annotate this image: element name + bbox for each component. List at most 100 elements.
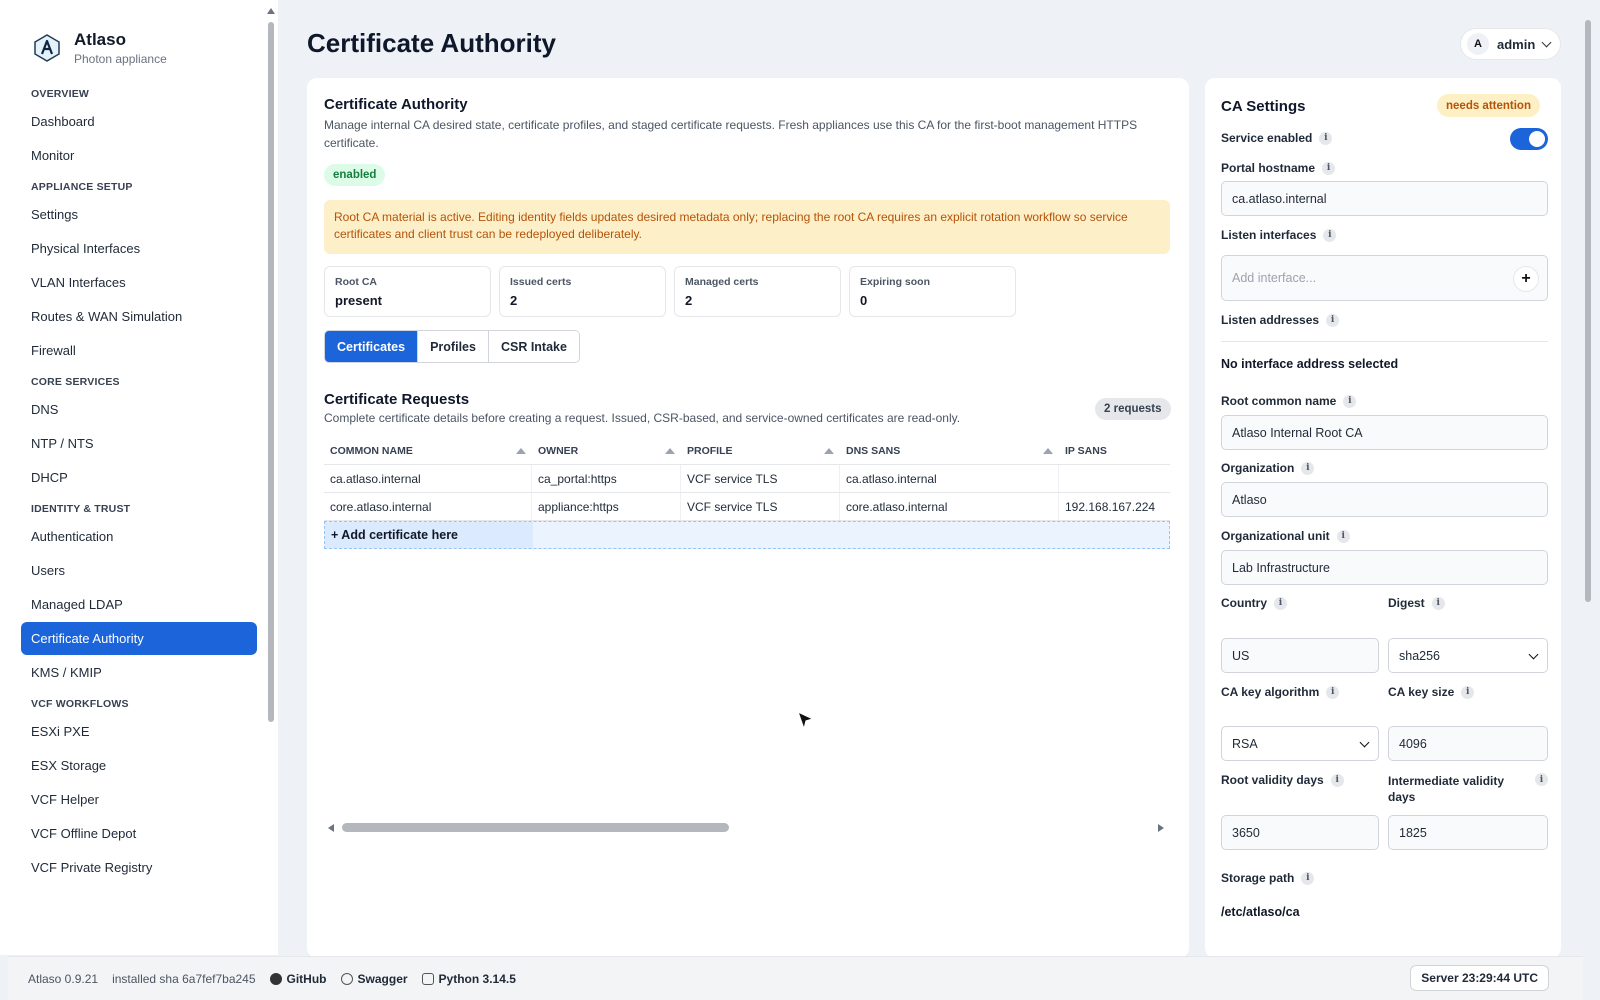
sort-icon[interactable] <box>516 447 526 454</box>
table-row[interactable]: ca.atlaso.internal ca_portal:https VCF s… <box>324 465 1170 493</box>
info-icon[interactable]: i <box>1330 773 1344 787</box>
cell-common-name[interactable]: ca.atlaso.internal <box>324 465 532 492</box>
digest-select[interactable]: sha256 <box>1388 638 1548 673</box>
label-text: CA key algorithm <box>1221 685 1320 699</box>
user-menu[interactable]: A admin <box>1460 28 1562 60</box>
sidebar-item-vlan-interfaces[interactable]: VLAN Interfaces <box>21 266 257 299</box>
cell-ip-sans[interactable]: 192.168.167.224 <box>1059 493 1170 520</box>
cell-dns-sans[interactable]: core.atlaso.internal <box>840 493 1059 520</box>
scroll-up-arrow-icon[interactable] <box>267 8 275 14</box>
sort-icon[interactable] <box>1043 447 1053 454</box>
organization-label: Organization i <box>1221 461 1315 475</box>
listen-interfaces-input[interactable]: Add interface... + <box>1221 255 1548 301</box>
sidebar-item-vcf-helper[interactable]: VCF Helper <box>21 783 257 816</box>
add-certificate-button[interactable]: + Add certificate here <box>325 522 533 548</box>
root-validity-days-input[interactable]: 3650 <box>1221 815 1379 850</box>
sidebar-item-vcf-offline-depot[interactable]: VCF Offline Depot <box>21 817 257 850</box>
page-scroll-thumb[interactable] <box>1585 20 1591 602</box>
info-icon[interactable]: i <box>1461 685 1475 699</box>
sort-icon[interactable] <box>824 447 834 454</box>
cell-owner[interactable]: appliance:https <box>532 493 681 520</box>
sort-icon[interactable] <box>665 447 675 454</box>
info-icon[interactable]: i <box>1336 529 1350 543</box>
sidebar-item-esx-storage[interactable]: ESX Storage <box>21 749 257 782</box>
brand[interactable]: Atlaso Photon appliance <box>32 30 167 66</box>
info-icon[interactable]: i <box>1323 228 1337 242</box>
swagger-link[interactable]: Swagger <box>340 971 408 986</box>
portal-hostname-input[interactable]: ca.atlaso.internal <box>1221 181 1548 216</box>
info-icon[interactable]: i <box>1326 313 1340 327</box>
add-certificate-row[interactable]: + Add certificate here <box>324 521 1170 549</box>
add-interface-plus-icon[interactable]: + <box>1513 266 1539 292</box>
sidebar-item-physical-interfaces[interactable]: Physical Interfaces <box>21 232 257 265</box>
organization-input[interactable]: Atlaso <box>1221 482 1548 517</box>
sidebar: Atlaso Photon appliance OVERVIEW Dashboar… <box>0 0 278 955</box>
ca-key-size-input[interactable]: 4096 <box>1388 726 1548 761</box>
service-enabled-label: Service enabled i <box>1221 131 1333 145</box>
sidebar-item-ntp-nts[interactable]: NTP / NTS <box>21 427 257 460</box>
stat-label: Expiring soon <box>860 276 931 288</box>
sidebar-scrollbar[interactable] <box>267 8 275 953</box>
column-label: COMMON NAME <box>330 444 413 457</box>
ca-key-algorithm-select[interactable]: RSA <box>1221 726 1379 761</box>
table-horizontal-scrollbar[interactable] <box>324 822 1170 834</box>
sidebar-item-esxi-pxe[interactable]: ESXi PXE <box>21 715 257 748</box>
brand-title: Atlaso <box>74 30 126 49</box>
link-label: Swagger <box>357 971 408 986</box>
nav-section-label: APPLIANCE SETUP <box>31 181 133 193</box>
page-scrollbar[interactable] <box>1583 8 1593 948</box>
sidebar-item-routes-wan-simulation[interactable]: Routes & WAN Simulation <box>21 300 257 333</box>
sidebar-item-users[interactable]: Users <box>21 554 257 587</box>
cell-profile[interactable]: VCF service TLS <box>681 493 840 520</box>
info-icon[interactable]: i <box>1322 161 1336 175</box>
column-header-common-name[interactable]: COMMON NAME <box>324 437 532 464</box>
organizational-unit-input[interactable]: Lab Infrastructure <box>1221 550 1548 585</box>
sidebar-item-kms-kmip[interactable]: KMS / KMIP <box>21 656 257 689</box>
cell-ip-sans[interactable] <box>1059 465 1170 492</box>
cell-common-name[interactable]: core.atlaso.internal <box>324 493 532 520</box>
sidebar-item-firewall[interactable]: Firewall <box>21 334 257 367</box>
tab-csr-intake[interactable]: CSR Intake <box>488 331 579 362</box>
github-link[interactable]: GitHub <box>269 972 327 986</box>
tab-profiles[interactable]: Profiles <box>418 331 489 362</box>
requests-count-badge: 2 requests <box>1095 398 1171 420</box>
stat-label: Issued certs <box>510 276 572 288</box>
sidebar-item-settings[interactable]: Settings <box>21 198 257 231</box>
info-icon[interactable]: i <box>1319 131 1333 145</box>
chevron-down-icon <box>1359 737 1370 747</box>
column-header-ip-sans[interactable]: IP SANS <box>1059 437 1170 464</box>
column-header-owner[interactable]: OWNER <box>532 437 681 464</box>
scroll-left-arrow-icon[interactable] <box>328 824 334 832</box>
info-icon[interactable]: i <box>1301 461 1315 475</box>
info-icon[interactable]: i <box>1535 773 1548 786</box>
sidebar-scroll-thumb[interactable] <box>268 22 274 722</box>
sidebar-item-vcf-private-registry[interactable]: VCF Private Registry <box>21 851 257 884</box>
sidebar-item-managed-ldap[interactable]: Managed LDAP <box>21 588 257 621</box>
root-common-name-input[interactable]: Atlaso Internal Root CA <box>1221 415 1548 450</box>
service-enabled-toggle[interactable] <box>1510 128 1548 150</box>
info-icon[interactable]: i <box>1274 596 1287 610</box>
sidebar-item-authentication[interactable]: Authentication <box>21 520 257 553</box>
info-icon[interactable]: i <box>1326 685 1340 699</box>
info-icon[interactable]: i <box>1431 596 1445 610</box>
cell-profile[interactable]: VCF service TLS <box>681 465 840 492</box>
table-row[interactable]: core.atlaso.internal appliance:https VCF… <box>324 493 1170 521</box>
column-header-dns-sans[interactable]: DNS SANS <box>840 437 1059 464</box>
listen-addresses-value: No interface address selected <box>1221 357 1399 371</box>
python-version: Python 3.14.5 <box>421 972 516 986</box>
cell-owner[interactable]: ca_portal:https <box>532 465 681 492</box>
sidebar-item-certificate-authority[interactable]: Certificate Authority <box>21 622 257 655</box>
sidebar-item-dns[interactable]: DNS <box>21 393 257 426</box>
horizontal-scroll-thumb[interactable] <box>342 823 729 832</box>
info-icon[interactable]: i <box>1343 394 1357 408</box>
column-header-profile[interactable]: PROFILE <box>681 437 840 464</box>
country-input[interactable]: US <box>1221 638 1379 673</box>
scroll-right-arrow-icon[interactable] <box>1158 824 1164 832</box>
tab-certificates[interactable]: Certificates <box>325 331 419 362</box>
intermediate-validity-days-input[interactable]: 1825 <box>1388 815 1548 850</box>
sidebar-item-monitor[interactable]: Monitor <box>21 139 257 172</box>
cell-dns-sans[interactable]: ca.atlaso.internal <box>840 465 1059 492</box>
info-icon[interactable]: i <box>1301 871 1315 885</box>
sidebar-item-dashboard[interactable]: Dashboard <box>21 105 257 138</box>
sidebar-item-dhcp[interactable]: DHCP <box>21 461 257 494</box>
